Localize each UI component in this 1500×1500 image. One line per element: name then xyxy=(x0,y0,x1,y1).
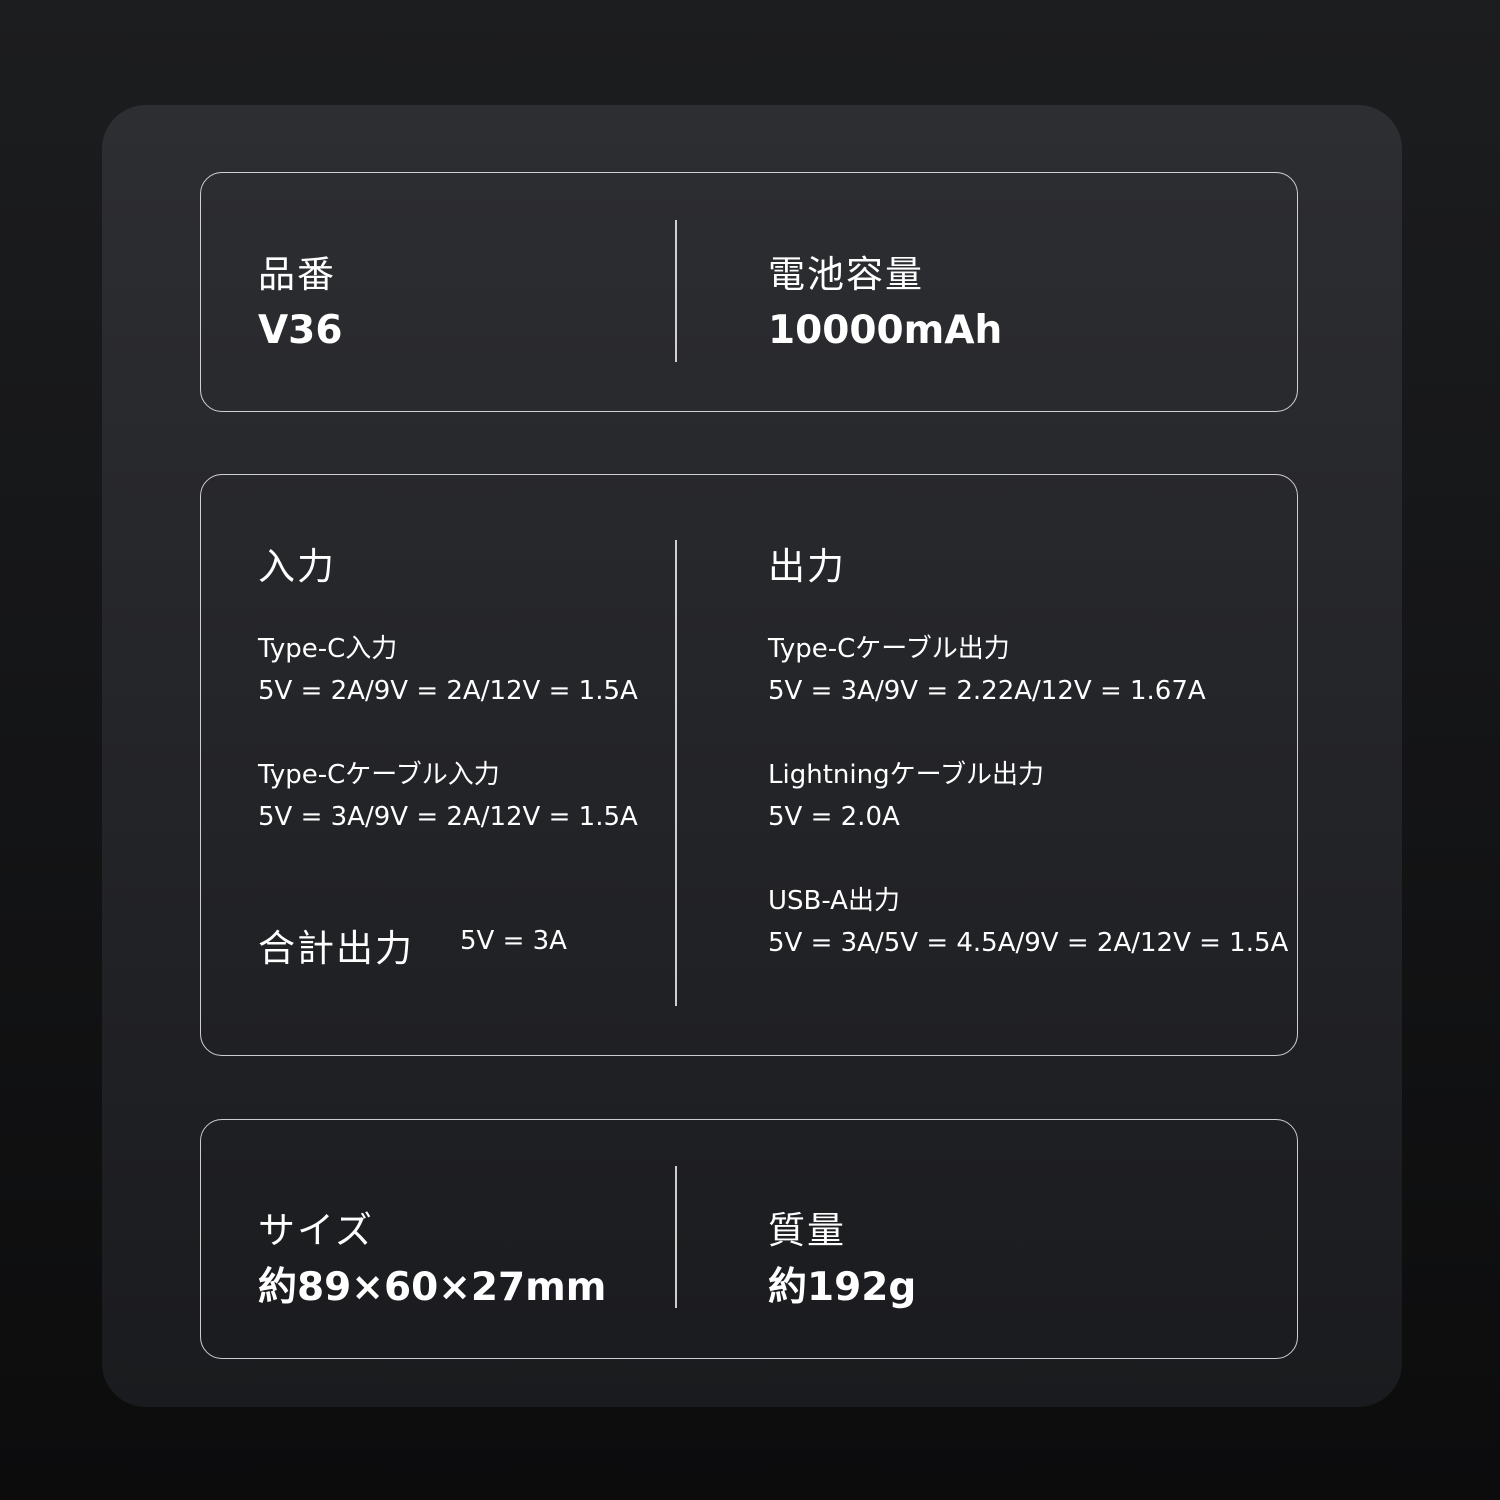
weight-label: 質量 xyxy=(768,1209,846,1252)
box2-divider xyxy=(675,540,677,1006)
output-item-1-name: Type-Cケーブル出力 xyxy=(768,634,1010,664)
total-output-spec: 5V = 3A xyxy=(460,926,567,956)
capacity-label: 電池容量 xyxy=(768,253,924,296)
size-label: サイズ xyxy=(258,1209,374,1252)
capacity-value: 10000mAh xyxy=(768,308,1003,353)
output-item-3-spec: 5V = 3A/5V = 4.5A/9V = 2A/12V = 1.5A xyxy=(768,928,1289,958)
box1-divider xyxy=(675,220,677,362)
size-value: 約89×60×27mm xyxy=(258,1265,607,1310)
model-capacity-box xyxy=(200,172,1298,412)
output-item-2-name: Lightningケーブル出力 xyxy=(768,760,1045,790)
input-item-2-name: Type-Cケーブル入力 xyxy=(258,760,500,790)
output-heading: 出力 xyxy=(768,545,846,588)
output-item-1-spec: 5V = 3A/9V = 2.22A/12V = 1.67A xyxy=(768,676,1206,706)
input-item-2-spec: 5V = 3A/9V = 2A/12V = 1.5A xyxy=(258,802,638,832)
input-item-1-name: Type-C入力 xyxy=(258,634,398,664)
model-value: V36 xyxy=(258,308,343,353)
input-item-1-spec: 5V = 2A/9V = 2A/12V = 1.5A xyxy=(258,676,638,706)
total-output-label: 合計出力 xyxy=(258,927,414,970)
output-item-3-name: USB-A出力 xyxy=(768,886,900,916)
input-heading: 入力 xyxy=(258,545,336,588)
model-label: 品番 xyxy=(258,253,336,296)
output-item-2-spec: 5V = 2.0A xyxy=(768,802,900,832)
weight-value: 約192g xyxy=(768,1265,917,1310)
box3-divider xyxy=(675,1166,677,1308)
